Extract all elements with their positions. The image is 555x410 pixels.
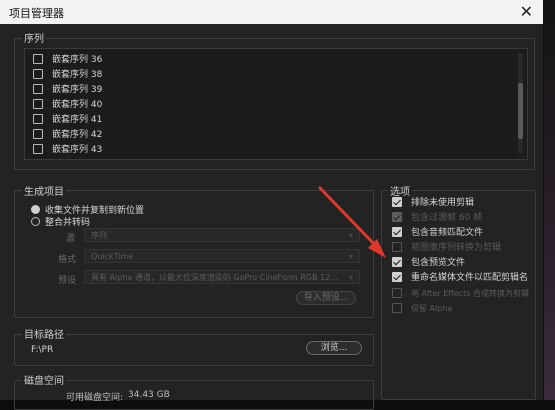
window-title: 项目管理器 — [9, 7, 64, 20]
checkbox — [392, 287, 402, 298]
list-item[interactable]: 嵌套序列 38 — [33, 67, 102, 83]
scroll-thumb[interactable] — [518, 83, 523, 139]
chevron-down-icon: ▾ — [348, 271, 353, 283]
list-item[interactable]: 嵌套序列 42 — [33, 127, 102, 143]
format-value: QuickTime — [91, 252, 134, 261]
sequence-scrollbar[interactable] — [518, 53, 523, 153]
checkbox[interactable] — [392, 196, 402, 207]
disk-space-label: 磁盘空间 — [22, 372, 66, 387]
option-rename-media[interactable]: 重命名媒体文件以匹配剪辑名 — [392, 271, 528, 286]
checkbox[interactable] — [392, 226, 402, 237]
import-preset-button[interactable]: 导入预设... — [296, 291, 356, 305]
destination-path: F:\PR — [31, 345, 54, 355]
sequence-label: 嵌套序列 38 — [52, 70, 103, 80]
preset-label: 预设 — [58, 276, 77, 286]
sequence-checkbox[interactable] — [33, 113, 43, 124]
radio-consolidate-label: 整合并转码 — [45, 218, 91, 228]
list-item[interactable]: 嵌套序列 36 — [33, 52, 102, 68]
sequence-checkbox[interactable] — [33, 68, 43, 79]
list-item[interactable]: 嵌套序列 40 — [33, 97, 102, 113]
sequence-group-label: 序列 — [22, 30, 46, 45]
option-label: 包含过渡帧 — [411, 213, 457, 223]
radio-icon[interactable] — [31, 217, 40, 226]
sequence-checkbox[interactable] — [33, 83, 43, 94]
sequence-checkbox[interactable] — [33, 53, 43, 64]
chevron-down-icon: ▾ — [348, 252, 353, 261]
browse-button[interactable]: 浏览... — [306, 341, 362, 355]
option-convert-ae: 将 After Effects 合成转换为剪辑 — [392, 286, 529, 301]
title-bar: 项目管理器 ✕ — [0, 0, 543, 24]
radio-icon[interactable] — [31, 205, 40, 214]
available-space-label: 可用磁盘空间: — [66, 393, 124, 403]
option-label: 将 After Effects 合成转换为剪辑 — [411, 289, 530, 298]
sequence-label: 嵌套序列 39 — [52, 85, 103, 95]
checkbox[interactable] — [392, 256, 402, 267]
option-image-sequence: 将图像序列转换为剪辑 — [392, 241, 501, 256]
option-include-audio-conform[interactable]: 包含音频匹配文件 — [392, 226, 483, 241]
option-label: 包含音频匹配文件 — [411, 228, 484, 238]
list-item[interactable]: 嵌套序列 41 — [33, 112, 102, 128]
list-item[interactable]: 嵌套序列 39 — [33, 82, 102, 98]
source-value: 序列 — [91, 231, 107, 240]
option-include-handles: 包含过渡帧 60 帧 — [392, 211, 482, 226]
checkbox[interactable] — [392, 271, 402, 282]
sequence-label: 嵌套序列 43 — [52, 145, 103, 155]
option-include-preview[interactable]: 包含预览文件 — [392, 256, 465, 271]
background-strip — [544, 0, 555, 400]
preset-dropdown[interactable]: 具有 Alpha 通道，以最大位深度渲染的 GoPro CineForm RGB… — [84, 270, 360, 284]
option-label: 包含预览文件 — [411, 258, 466, 268]
format-dropdown[interactable]: QuickTime ▾ — [84, 249, 360, 263]
sequence-label: 嵌套序列 40 — [52, 100, 103, 110]
checkbox — [392, 211, 402, 222]
option-label: 排除未使用剪辑 — [411, 198, 475, 208]
radio-consolidate[interactable]: 整合并转码 — [31, 215, 90, 228]
destination-label: 目标路径 — [22, 326, 66, 341]
sequence-label: 嵌套序列 41 — [52, 115, 103, 125]
checkbox — [392, 302, 402, 313]
preset-value: 具有 Alpha 通道，以最大位深度渲染的 GoPro CineForm RGB… — [91, 273, 338, 282]
option-exclude-unused[interactable]: 排除未使用剪辑 — [392, 196, 474, 211]
format-label: 格式 — [58, 255, 77, 265]
available-space-value: 34.43 GB — [128, 390, 170, 400]
option-preserve-alpha: 保留 Alpha — [392, 301, 452, 316]
handles-value: 60 帧 — [458, 213, 483, 223]
sequence-checkbox[interactable] — [33, 128, 43, 139]
sequence-label: 嵌套序列 42 — [52, 130, 103, 140]
checkbox — [392, 241, 402, 252]
close-icon[interactable]: ✕ — [520, 2, 533, 21]
source-dropdown[interactable]: 序列 ▾ — [84, 228, 360, 242]
option-label: 重命名媒体文件以匹配剪辑名 — [411, 273, 529, 283]
sequence-checkbox[interactable] — [33, 98, 43, 109]
resulting-project-label: 生成项目 — [22, 183, 66, 198]
list-item[interactable]: 嵌套序列 43 — [33, 142, 102, 158]
chevron-down-icon: ▾ — [348, 231, 353, 240]
option-label: 保留 Alpha — [411, 304, 453, 313]
project-manager-dialog: 项目管理器 ✕ 序列 嵌套序列 36 嵌套序列 38 嵌套序列 39 嵌套序列 … — [0, 0, 544, 410]
sequence-checkbox[interactable] — [33, 143, 43, 154]
source-label: 源 — [66, 234, 76, 244]
sequence-label: 嵌套序列 36 — [52, 55, 103, 65]
sequence-list: 嵌套序列 36 嵌套序列 38 嵌套序列 39 嵌套序列 40 嵌套序列 41 … — [24, 48, 528, 160]
option-label: 将图像序列转换为剪辑 — [411, 243, 502, 253]
